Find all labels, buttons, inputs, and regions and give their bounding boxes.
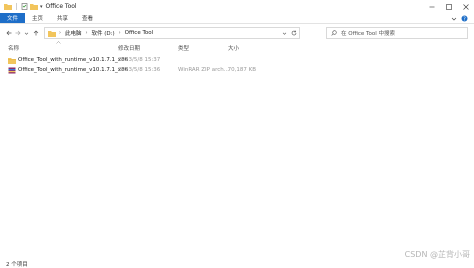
tab-file[interactable]: 文件	[0, 13, 26, 23]
file-name: Office_Tool_with_runtime_v10.1.7.1_x86	[18, 57, 129, 63]
ribbon-tabs: 文件 主页 共享 查看 ?	[0, 13, 474, 24]
search-icon	[331, 30, 337, 36]
chevron-down-icon	[24, 32, 29, 35]
new-folder-icon[interactable]	[30, 3, 38, 10]
back-button[interactable]	[4, 27, 13, 39]
maximize-button[interactable]	[440, 0, 457, 13]
breadcrumb-drive-d[interactable]: 软件 (D:)	[92, 29, 115, 37]
properties-icon[interactable]	[21, 3, 28, 10]
quick-access-dropdown[interactable]: ▾	[40, 4, 43, 10]
folder-icon	[4, 4, 12, 10]
breadcrumb-separator-icon: ›	[118, 30, 121, 36]
arrow-left-icon	[6, 30, 11, 36]
search-placeholder: 在 Office Tool 中搜索	[341, 31, 395, 37]
tab-view[interactable]: 查看	[75, 13, 100, 23]
chevron-down-icon[interactable]	[451, 16, 457, 22]
minimize-button[interactable]	[423, 0, 440, 13]
list-item[interactable]: Office_Tool_with_runtime_v10.1.7.1_x86 2…	[0, 56, 474, 66]
minimize-icon	[429, 6, 434, 7]
column-headers: 名称 修改日期 类型 大小	[0, 41, 474, 53]
title-bar: ▾ Office Tool	[0, 0, 474, 13]
tab-share[interactable]: 共享	[50, 13, 75, 23]
column-header-size[interactable]: 大小	[228, 44, 239, 52]
arrow-up-icon	[33, 30, 38, 36]
window-controls	[423, 0, 474, 13]
status-bar: 2 个项目 CSDN @芷背小哥	[0, 250, 474, 268]
file-modified: 2023/5/8 15:36	[118, 67, 161, 73]
file-list: Office_Tool_with_runtime_v10.1.7.1_x86 2…	[0, 56, 474, 76]
breadcrumb-separator-icon: ›	[85, 30, 88, 36]
list-item[interactable]: Office_Tool_with_runtime_v10.1.7.1_x86 2…	[0, 66, 474, 76]
arrow-right-icon	[15, 30, 20, 36]
quick-access-toolbar: ▾	[0, 3, 43, 10]
file-name: Office_Tool_with_runtime_v10.1.7.1_x86	[18, 67, 129, 73]
file-type: WinRAR ZIP arch...	[178, 67, 229, 73]
maximize-icon	[445, 3, 452, 10]
item-count: 2 个项目	[6, 262, 28, 268]
breadcrumb-office-tool[interactable]: Office Tool	[125, 30, 154, 36]
folder-icon	[8, 58, 16, 64]
up-button[interactable]	[31, 27, 40, 39]
file-modified: 2023/5/8 15:37	[118, 57, 161, 63]
forward-button[interactable]	[13, 27, 22, 39]
breadcrumb-this-pc[interactable]: 此电脑	[65, 29, 82, 37]
svg-text:?: ?	[463, 16, 466, 22]
column-header-modified[interactable]: 修改日期	[118, 44, 140, 52]
file-size: 70,187 KB	[227, 67, 256, 73]
winrar-archive-icon	[8, 67, 16, 74]
sort-ascending-icon	[56, 41, 61, 44]
navigation-bar: › 此电脑 › 软件 (D:) › Office Tool 在 Office T…	[0, 25, 474, 41]
window-title: Office Tool	[45, 3, 77, 10]
divider	[16, 3, 17, 10]
ribbon-right-controls: ?	[451, 13, 468, 24]
column-header-name[interactable]: 名称	[8, 44, 19, 52]
search-input[interactable]: 在 Office Tool 中搜索	[326, 27, 468, 39]
help-icon[interactable]: ?	[461, 15, 468, 22]
recent-locations-button[interactable]	[22, 27, 31, 39]
breadcrumb-separator-icon: ›	[59, 30, 61, 36]
watermark-text: CSDN @芷背小哥	[404, 250, 470, 259]
address-bar-controls	[282, 28, 299, 38]
column-header-type[interactable]: 类型	[178, 44, 189, 52]
refresh-icon[interactable]	[291, 30, 297, 36]
close-button[interactable]	[457, 0, 474, 13]
folder-icon	[48, 30, 56, 37]
tab-home[interactable]: 主页	[25, 13, 50, 23]
address-bar[interactable]: › 此电脑 › 软件 (D:) › Office Tool	[44, 27, 300, 39]
chevron-down-icon[interactable]	[282, 31, 287, 36]
close-icon	[462, 3, 469, 10]
